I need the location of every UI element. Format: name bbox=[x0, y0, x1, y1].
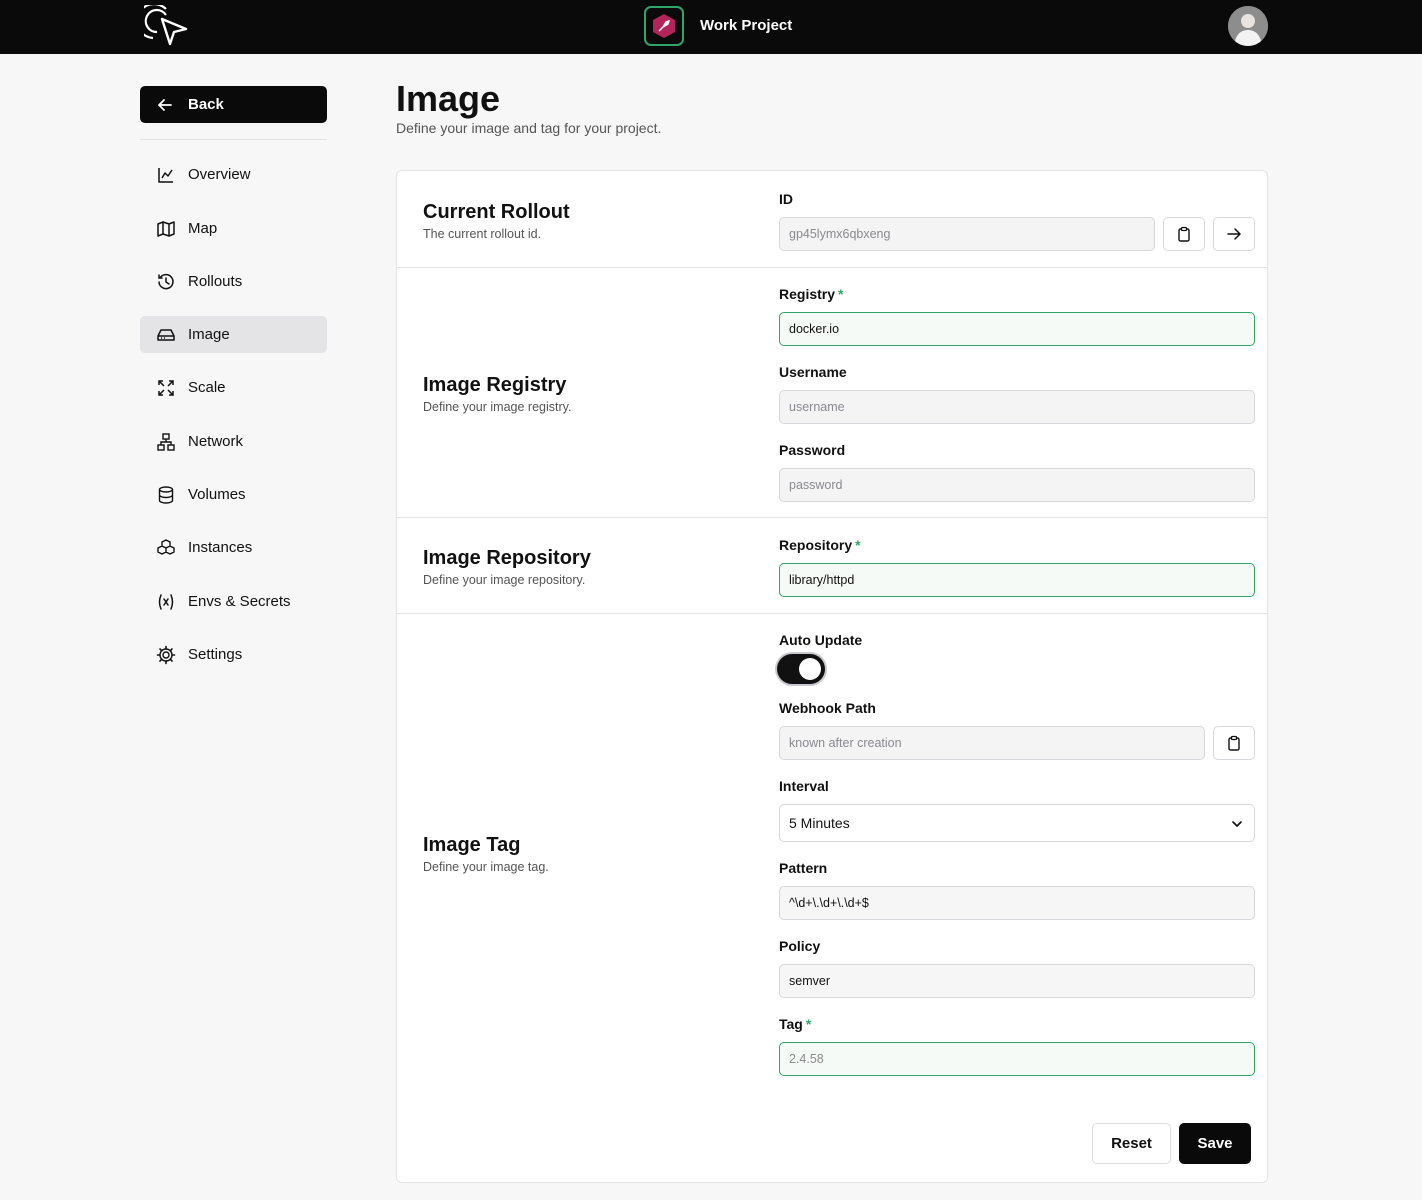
sidebar-item-map[interactable]: Map bbox=[140, 210, 327, 247]
interval-select-value: 5 Minutes bbox=[789, 815, 850, 831]
sidebar-item-instances[interactable]: Instances bbox=[140, 529, 327, 566]
password-field[interactable] bbox=[779, 468, 1255, 502]
sidebar-item-image[interactable]: Image bbox=[140, 316, 327, 353]
required-mark: * bbox=[805, 1016, 812, 1032]
repository-field[interactable] bbox=[779, 563, 1255, 597]
repository-label: Repository * bbox=[779, 537, 861, 553]
save-button[interactable]: Save bbox=[1179, 1123, 1251, 1164]
project-badge-icon[interactable] bbox=[644, 6, 684, 46]
section-title-image-registry: Image Registry bbox=[423, 374, 567, 396]
project-title[interactable]: Work Project bbox=[700, 17, 792, 34]
registry-field[interactable] bbox=[779, 312, 1255, 346]
copy-id-button[interactable] bbox=[1163, 217, 1205, 251]
auto-update-label: Auto Update bbox=[779, 632, 863, 648]
pattern-field[interactable] bbox=[779, 886, 1255, 920]
clipboard-icon bbox=[1228, 735, 1240, 751]
toggle-knob bbox=[799, 658, 821, 680]
boxes-icon bbox=[156, 538, 176, 558]
history-icon bbox=[156, 272, 176, 292]
variable-icon bbox=[156, 592, 176, 612]
sidebar-item-label: Instances bbox=[188, 539, 253, 556]
section-title-image-tag: Image Tag bbox=[423, 834, 521, 856]
section-divider bbox=[397, 267, 1267, 268]
reset-button[interactable]: Reset bbox=[1092, 1123, 1171, 1164]
arrow-right-icon bbox=[1227, 228, 1241, 240]
sidebar-item-settings[interactable]: Settings bbox=[140, 636, 327, 673]
section-title-image-repository: Image Repository bbox=[423, 547, 591, 569]
sidebar-item-envs-secrets[interactable]: Envs & Secrets bbox=[140, 583, 327, 620]
sidebar-item-label: Scale bbox=[188, 379, 226, 396]
hard-drive-icon bbox=[156, 325, 176, 345]
sidebar-divider bbox=[140, 139, 327, 140]
page-title: Image bbox=[396, 78, 501, 119]
section-desc-image-repository: Define your image repository. bbox=[423, 573, 586, 587]
image-settings-card: Current Rollout The current rollout id. … bbox=[396, 170, 1268, 1183]
tag-label: Tag * bbox=[779, 1016, 811, 1032]
username-label: Username bbox=[779, 364, 847, 380]
section-title-current-rollout: Current Rollout bbox=[423, 201, 570, 223]
chart-line-icon bbox=[156, 165, 176, 185]
sidebar-item-label: Rollouts bbox=[188, 273, 243, 290]
tag-label-text: Tag bbox=[779, 1016, 803, 1032]
webhook-path-label: Webhook Path bbox=[779, 700, 876, 716]
pattern-label: Pattern bbox=[779, 860, 828, 876]
sidebar-item-label: Envs & Secrets bbox=[188, 593, 291, 610]
registry-label-text: Registry bbox=[779, 286, 836, 302]
section-divider bbox=[397, 613, 1267, 614]
repository-label-text: Repository bbox=[779, 537, 853, 553]
avatar[interactable] bbox=[1228, 6, 1268, 46]
sidebar-item-label: Map bbox=[188, 220, 218, 237]
clipboard-icon bbox=[1178, 226, 1190, 242]
sidebar-item-volumes[interactable]: Volumes bbox=[140, 476, 327, 513]
sidebar-item-label: Overview bbox=[188, 166, 251, 183]
back-button-label: Back bbox=[188, 96, 224, 113]
section-desc-current-rollout: The current rollout id. bbox=[423, 227, 542, 241]
chevron-down-icon bbox=[1232, 821, 1242, 827]
sidebar-item-network[interactable]: Network bbox=[140, 423, 327, 460]
auto-update-toggle[interactable] bbox=[777, 654, 825, 684]
database-icon bbox=[156, 485, 176, 505]
interval-label: Interval bbox=[779, 778, 829, 794]
username-field[interactable] bbox=[779, 390, 1255, 424]
expand-icon bbox=[156, 378, 176, 398]
copy-webhook-button[interactable] bbox=[1213, 726, 1255, 760]
tag-field[interactable] bbox=[779, 1042, 1255, 1076]
sidebar-item-label: Volumes bbox=[188, 486, 246, 503]
page-subtitle: Define your image and tag for your proje… bbox=[396, 120, 662, 136]
policy-field[interactable] bbox=[779, 964, 1255, 998]
sidebar-item-rollouts[interactable]: Rollouts bbox=[140, 263, 327, 300]
go-to-rollout-button[interactable] bbox=[1213, 217, 1255, 251]
section-desc-image-registry: Define your image registry. bbox=[423, 400, 572, 414]
arrow-left-icon bbox=[158, 98, 172, 111]
map-icon bbox=[156, 219, 176, 239]
sidebar-item-label: Settings bbox=[188, 646, 243, 663]
webhook-path-field[interactable] bbox=[779, 726, 1205, 760]
app-logo-icon[interactable] bbox=[135, 2, 190, 47]
sidebar-item-overview[interactable]: Overview bbox=[140, 156, 327, 193]
back-button[interactable]: Back bbox=[140, 86, 327, 123]
required-mark: * bbox=[855, 537, 861, 553]
password-label: Password bbox=[779, 442, 846, 458]
section-divider bbox=[397, 517, 1267, 518]
section-desc-image-tag: Define your image tag. bbox=[423, 860, 549, 874]
policy-label: Policy bbox=[779, 938, 821, 954]
network-icon bbox=[156, 432, 176, 452]
sidebar-item-scale[interactable]: Scale bbox=[140, 369, 327, 406]
top-bar: Work Project bbox=[0, 0, 1422, 54]
sidebar-item-label: Network bbox=[188, 433, 244, 450]
sidebar-item-label: Image bbox=[188, 326, 230, 343]
rollout-id-field[interactable] bbox=[779, 217, 1155, 251]
interval-select[interactable]: 5 Minutes bbox=[779, 804, 1255, 842]
required-mark: * bbox=[838, 286, 844, 302]
gear-icon bbox=[156, 645, 176, 665]
id-label: ID bbox=[779, 191, 793, 207]
registry-label: Registry * bbox=[779, 286, 843, 302]
